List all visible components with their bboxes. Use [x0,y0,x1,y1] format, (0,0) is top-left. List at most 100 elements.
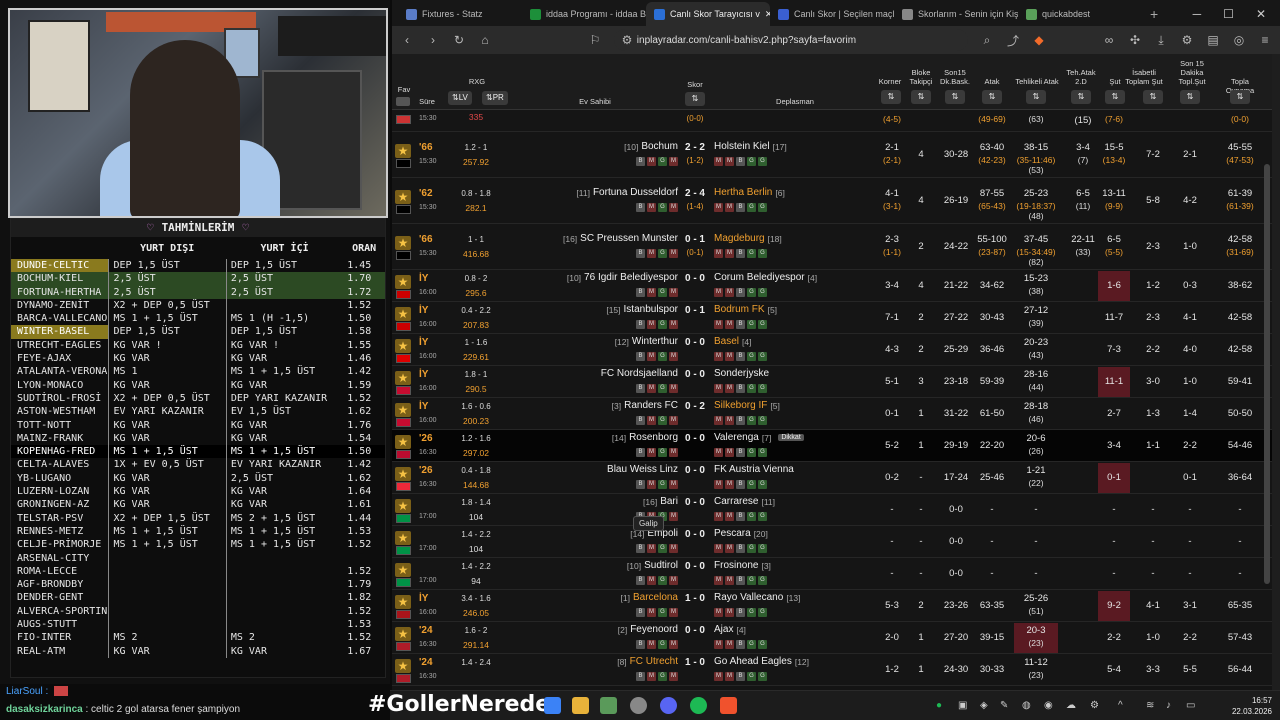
home-team[interactable]: [8] FC Utrecht [617,656,678,667]
form-badge[interactable]: G [658,608,667,617]
wifi-icon[interactable]: ≋ [1146,700,1154,711]
home-team[interactable]: [2] Feyenoord [618,624,678,635]
form-badge[interactable]: G [658,249,667,258]
form-badge[interactable]: M [647,384,656,393]
form-badge[interactable]: G [658,448,667,457]
file-explorer-icon[interactable] [572,697,589,714]
form-badge[interactable]: G [747,448,756,457]
form-badge[interactable]: B [736,320,745,329]
form-badge[interactable]: G [658,480,667,489]
form-badge[interactable]: B [636,608,645,617]
form-badge[interactable]: B [736,203,745,212]
form-badge[interactable]: B [736,608,745,617]
discord-icon[interactable] [660,697,677,714]
home-team[interactable]: [10] Bochum [624,141,678,152]
notepad-icon[interactable] [600,697,617,714]
favorite-star-icon[interactable]: ★ [395,307,411,321]
away-team[interactable]: Ajax [4] [714,624,746,635]
home-icon[interactable]: ⌂ [478,33,492,47]
form-badge[interactable]: M [647,320,656,329]
form-badge[interactable]: M [725,480,734,489]
form-badge[interactable]: M [669,512,678,521]
form-badge[interactable]: M [725,249,734,258]
son15shot-sort-button[interactable]: ⇅ [1180,90,1200,104]
site-info-icon[interactable]: ⚙ [620,33,634,47]
tehatak-sort-button[interactable]: ⇅ [1071,90,1091,104]
form-badge[interactable]: M [714,448,723,457]
form-badge[interactable]: M [714,512,723,521]
away-team[interactable]: Sonderjyske [714,368,772,379]
form-badge[interactable]: G [747,576,756,585]
home-team[interactable]: [10] Sudtirol [627,560,678,571]
form-badge[interactable]: G [747,640,756,649]
home-team[interactable]: [14] Rosenborg [612,432,678,443]
away-team[interactable]: Silkeborg IF [5] [714,400,780,411]
son15-sort-button[interactable]: ⇅ [945,90,965,104]
forward-icon[interactable]: › [426,33,440,47]
tray-pen-icon[interactable]: ✎ [1000,700,1008,711]
form-badge[interactable]: B [736,512,745,521]
form-badge[interactable]: M [725,608,734,617]
away-team[interactable]: Rayo Vallecano [13] [714,592,801,603]
clock[interactable]: 16:57 22.03.2026 [1232,695,1272,717]
browser-tab[interactable]: Fixtures - Statz [398,2,522,26]
form-badge[interactable]: M [647,416,656,425]
rewards-icon[interactable]: ⚙ [1180,33,1194,47]
away-team[interactable]: Magdeburg [18] [714,233,782,244]
home-team[interactable]: [12] Winterthur [615,336,678,347]
form-badge[interactable]: B [636,157,645,166]
form-badge[interactable]: G [758,288,767,297]
browser-tab[interactable]: quickabdest [1018,2,1142,26]
form-badge[interactable]: G [658,384,667,393]
form-badge[interactable]: G [658,288,667,297]
scrollbar[interactable] [1264,164,1270,584]
form-badge[interactable]: M [647,157,656,166]
form-badge[interactable]: B [636,249,645,258]
away-team[interactable]: Bodrum FK [5] [714,304,777,315]
form-badge[interactable]: G [747,352,756,361]
form-badge[interactable]: G [758,512,767,521]
form-badge[interactable]: M [714,320,723,329]
form-badge[interactable]: B [636,640,645,649]
form-badge[interactable]: M [714,157,723,166]
favorite-star-icon[interactable]: ★ [395,659,411,673]
lv-sort-button[interactable]: ⇅LV [448,91,472,105]
form-badge[interactable]: G [758,203,767,212]
away-team[interactable]: Corum Belediyespor [4] [714,272,817,283]
form-badge[interactable]: M [647,480,656,489]
favorite-star-icon[interactable]: ★ [395,275,411,289]
form-badge[interactable]: G [747,608,756,617]
form-badge[interactable]: M [647,640,656,649]
new-tab-button[interactable]: + [1142,2,1166,26]
favorite-star-icon[interactable]: ★ [395,236,411,250]
home-team[interactable]: [1] Barcelona [621,592,678,603]
form-badge[interactable]: M [714,608,723,617]
form-badge[interactable]: G [658,576,667,585]
home-team[interactable]: FC Nordsjaelland [598,368,678,379]
form-badge[interactable]: B [636,203,645,212]
form-badge[interactable]: M [714,640,723,649]
form-badge[interactable]: B [736,352,745,361]
form-badge[interactable]: B [736,544,745,553]
shot-sort-button[interactable]: ⇅ [1105,90,1125,104]
form-badge[interactable]: G [747,249,756,258]
form-badge[interactable]: G [758,448,767,457]
back-icon[interactable]: ‹ [400,33,414,47]
favorite-star-icon[interactable]: ★ [395,627,411,641]
form-badge[interactable]: G [758,320,767,329]
form-badge[interactable]: G [658,320,667,329]
form-badge[interactable]: M [725,512,734,521]
form-badge[interactable]: M [669,384,678,393]
block-sort-button[interactable]: ⇅ [911,90,931,104]
form-badge[interactable]: G [747,384,756,393]
form-badge[interactable]: G [658,203,667,212]
form-badge[interactable]: G [658,544,667,553]
battery-icon[interactable]: ▭ [1186,700,1195,711]
favorite-star-icon[interactable]: ★ [395,563,411,577]
form-badge[interactable]: G [658,640,667,649]
form-badge[interactable]: G [658,352,667,361]
form-badge[interactable]: M [725,320,734,329]
reload-icon[interactable]: ↻ [452,33,466,47]
form-badge[interactable]: M [669,544,678,553]
favorite-star-icon[interactable]: ★ [395,467,411,481]
